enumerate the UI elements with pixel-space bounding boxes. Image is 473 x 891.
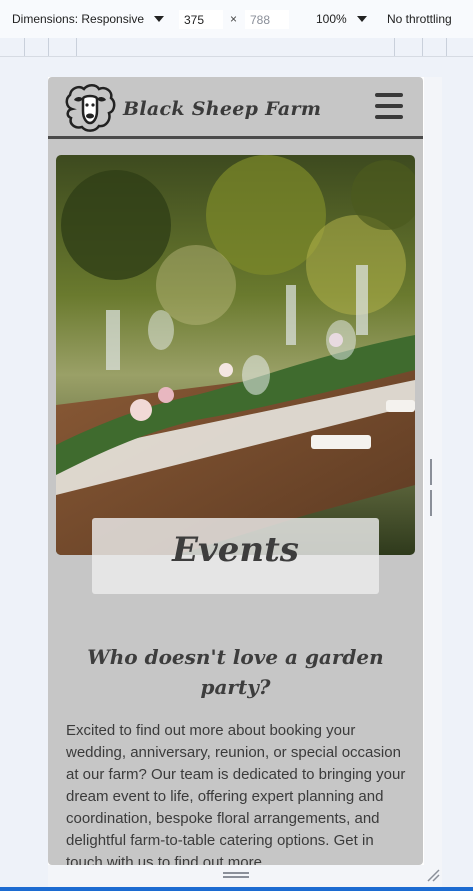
- page-title: Events: [172, 530, 299, 570]
- devtools-device-toolbar: Dimensions: Responsive 375 × 788 100% No…: [0, 0, 473, 39]
- dimensions-dropdown[interactable]: Dimensions: Responsive: [12, 12, 165, 26]
- dimensions-label: Dimensions: Responsive: [12, 12, 145, 26]
- hamburger-menu-button[interactable]: [375, 93, 403, 119]
- section-heading: Who doesn't love a garden party?: [87, 645, 384, 699]
- chevron-down-icon: [356, 16, 367, 22]
- height-input[interactable]: 788: [245, 10, 289, 29]
- right-resize-handle[interactable]: [430, 459, 436, 516]
- bottom-resize-bar[interactable]: [48, 865, 442, 887]
- sheep-logo-icon[interactable]: [62, 83, 118, 135]
- times-symbol: ×: [230, 12, 238, 26]
- hero-title-panel: Events: [92, 518, 379, 594]
- throttling-dropdown[interactable]: No throttling: [387, 12, 452, 26]
- corner-resize-icon[interactable]: [426, 868, 440, 882]
- zoom-label: 100%: [316, 12, 347, 26]
- media-query-ruler[interactable]: [0, 38, 473, 57]
- site-header: Black Sheep Farm: [48, 77, 423, 139]
- site-brand-name[interactable]: Black Sheep Farm: [123, 98, 321, 120]
- chevron-down-icon: [154, 16, 165, 22]
- zoom-dropdown[interactable]: 100%: [316, 12, 367, 26]
- throttling-label: No throttling: [387, 12, 452, 26]
- width-input[interactable]: 375: [179, 10, 223, 29]
- focus-accent-line: [0, 887, 473, 891]
- events-description: Excited to find out more about booking y…: [66, 722, 406, 865]
- hero-image: [56, 155, 415, 555]
- site-viewport: Black Sheep Farm Events Who doesn't love…: [48, 77, 423, 865]
- bottom-resize-handle[interactable]: [223, 872, 249, 880]
